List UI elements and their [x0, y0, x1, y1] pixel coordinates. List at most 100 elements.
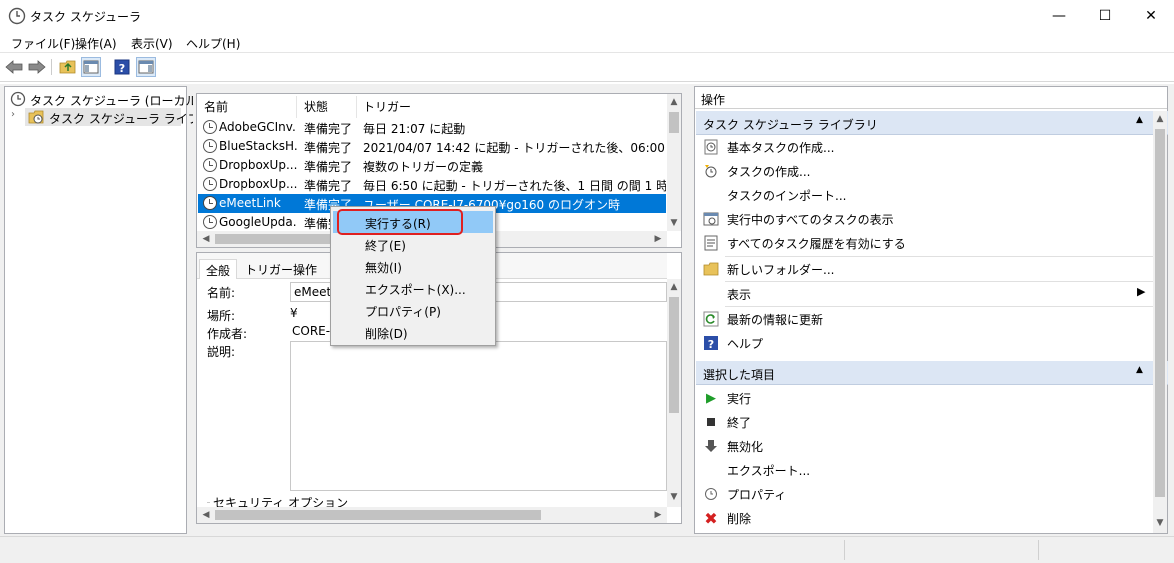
table-row[interactable]: AdobeGCInv... 準備完了 毎日 21:07 に起動: [198, 118, 666, 137]
status-bar: [0, 536, 1174, 563]
collapse-arrow-icon[interactable]: ▲: [1136, 365, 1143, 375]
scroll-thumb[interactable]: [215, 510, 541, 520]
ctx-export[interactable]: エクスポート(X)...: [333, 277, 493, 299]
scroll-thumb[interactable]: [669, 297, 679, 413]
menu-file[interactable]: ファイル(F): [11, 35, 75, 52]
scroll-right-arrow-icon[interactable]: ▶: [650, 231, 666, 247]
collapse-arrow-icon[interactable]: ▲: [1136, 115, 1143, 125]
task-status: 準備完了: [304, 160, 353, 174]
menu-bar: ファイル(F) 操作(A) 表示(V) ヘルプ(H): [0, 32, 1174, 52]
table-row[interactable]: BlueStacksH... 準備完了 2021/04/07 14:42 に起動…: [198, 137, 666, 156]
action-new-folder[interactable]: 新しいフォルダー...: [699, 257, 1149, 281]
task-trigger: 毎日 21:07 に起動: [363, 122, 466, 136]
running-tasks-icon: [703, 211, 719, 227]
ctx-end[interactable]: 終了(E): [333, 233, 493, 255]
scroll-thumb[interactable]: [215, 234, 335, 244]
description-field[interactable]: [290, 341, 667, 491]
scroll-left-arrow-icon[interactable]: ◀: [198, 231, 214, 247]
tab-general[interactable]: 全般: [199, 259, 238, 279]
action-properties[interactable]: プロパティ: [699, 482, 1149, 506]
action-basic-task[interactable]: 基本タスクの作成...: [699, 135, 1149, 159]
properties-icon: [703, 486, 719, 502]
minimize-button[interactable]: —: [1036, 0, 1082, 32]
tree-library-item[interactable]: タスク スケジューラ ライブラリ: [25, 108, 224, 126]
section-header-selected[interactable]: 選択した項目 ▲: [696, 361, 1168, 385]
table-row[interactable]: DropboxUp... 準備完了 毎日 6:50 に起動 - トリガーされた後…: [198, 175, 666, 194]
folder-icon: [703, 261, 719, 277]
column-separator[interactable]: [356, 96, 357, 118]
submenu-arrow-icon: ▶: [1137, 285, 1146, 298]
author-label: 作成者:: [207, 327, 248, 341]
action-refresh[interactable]: 最新の情報に更新: [699, 307, 1149, 331]
action-view[interactable]: 表示 ▶: [699, 282, 1149, 306]
scroll-down-arrow-icon[interactable]: ▼: [666, 215, 682, 231]
menu-action[interactable]: 操作(A): [75, 35, 117, 52]
help-icon[interactable]: ?: [112, 57, 132, 77]
column-status[interactable]: 状態: [304, 98, 328, 115]
task-trigger: 毎日 6:50 に起動 - トリガーされた後、1 日間 の間 1 時間 ごとに繰: [363, 179, 666, 193]
menu-view[interactable]: 表示(V): [131, 35, 173, 52]
scroll-up-arrow-icon[interactable]: ▲: [666, 94, 682, 110]
help-icon: ?: [703, 335, 719, 351]
vertical-scrollbar[interactable]: ▲ ▼: [667, 94, 681, 231]
name-label: 名前:: [207, 286, 236, 300]
column-trigger[interactable]: トリガー: [363, 98, 411, 115]
scroll-thumb[interactable]: [1155, 129, 1165, 497]
action-disable[interactable]: 無効化: [699, 434, 1149, 458]
scroll-down-arrow-icon[interactable]: ▼: [1152, 515, 1168, 531]
section-title: タスク スケジューラ ライブラリ: [703, 118, 878, 132]
action-pane-icon[interactable]: [136, 57, 156, 77]
run-icon: ▶: [706, 390, 716, 406]
task-name: GoogleUpda...: [219, 215, 297, 229]
task-trigger: 複数のトリガーの定義: [363, 160, 484, 174]
task-status: 準備完了: [304, 122, 353, 136]
history-icon: [703, 235, 719, 251]
forward-arrow-icon[interactable]: [27, 57, 47, 77]
close-button[interactable]: ✕: [1128, 0, 1174, 32]
window-title: タスク スケジューラ: [30, 10, 141, 24]
groupbox-border: [207, 502, 210, 503]
scroll-right-arrow-icon[interactable]: ▶: [650, 507, 666, 523]
tree-root-item[interactable]: タスク スケジューラ (ローカル): [8, 90, 202, 108]
status-separator: [844, 540, 845, 560]
detail-horizontal-scrollbar[interactable]: ◀ ▶: [197, 507, 667, 523]
section-header-library[interactable]: タスク スケジューラ ライブラリ ▲: [696, 111, 1168, 135]
back-arrow-icon[interactable]: [4, 57, 24, 77]
menu-help[interactable]: ヘルプ(H): [186, 35, 240, 52]
scroll-left-arrow-icon[interactable]: ◀: [198, 507, 214, 523]
action-end[interactable]: 終了: [699, 410, 1149, 434]
action-import-task[interactable]: タスクのインポート...: [699, 183, 1149, 207]
scroll-up-arrow-icon[interactable]: ▲: [666, 279, 682, 295]
annotation-highlight-box: [337, 209, 463, 235]
expand-chevron-icon[interactable]: ›: [11, 109, 21, 123]
detail-vertical-scrollbar[interactable]: ▲ ▼: [667, 279, 681, 507]
action-create-task[interactable]: タスクの作成...: [699, 159, 1149, 183]
toolbar: ?: [0, 52, 1174, 82]
action-delete[interactable]: ✖ 削除: [699, 506, 1149, 530]
action-show-running[interactable]: 実行中のすべてのタスクの表示: [699, 207, 1149, 231]
clock-icon: [203, 139, 217, 153]
actions-vertical-scrollbar[interactable]: ▲ ▼: [1153, 111, 1167, 533]
folder-up-icon[interactable]: [58, 57, 78, 77]
action-help[interactable]: ? ヘルプ: [699, 331, 1149, 355]
action-enable-history[interactable]: すべてのタスク履歴を有効にする: [699, 231, 1149, 255]
scroll-thumb[interactable]: [669, 112, 679, 133]
svg-text:?: ?: [708, 338, 714, 351]
scroll-down-arrow-icon[interactable]: ▼: [666, 489, 682, 505]
ctx-properties[interactable]: プロパティ(P): [333, 299, 493, 321]
column-name[interactable]: 名前: [204, 98, 228, 115]
scroll-up-arrow-icon[interactable]: ▲: [1152, 111, 1168, 127]
action-run[interactable]: ▶ 実行: [699, 386, 1149, 410]
action-export[interactable]: エクスポート...: [699, 458, 1149, 482]
ctx-disable[interactable]: 無効(I): [333, 255, 493, 277]
task-status: 準備完了: [304, 179, 353, 193]
maximize-button[interactable]: ☐: [1082, 0, 1128, 32]
console-tree-icon[interactable]: [81, 57, 101, 77]
ctx-delete[interactable]: 削除(D): [333, 321, 493, 343]
task-status: 準備完了: [304, 141, 353, 155]
tab-actions[interactable]: 操作: [287, 259, 323, 279]
table-row[interactable]: DropboxUp... 準備完了 複数のトリガーの定義: [198, 156, 666, 175]
column-separator[interactable]: [296, 96, 297, 118]
refresh-icon: [703, 311, 719, 327]
disable-icon: [703, 438, 719, 454]
